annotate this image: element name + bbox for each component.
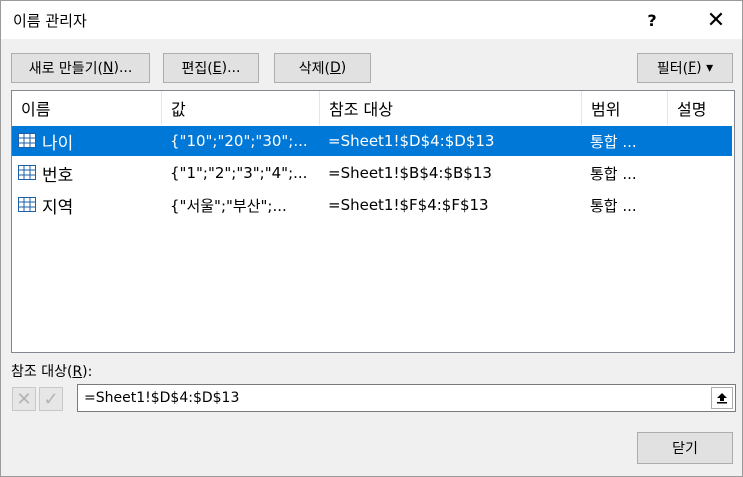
row-scope: 통합 ... [590, 164, 637, 183]
column-header-refers-to[interactable]: 참조 대상 [320, 91, 582, 125]
row-refers-to: =Sheet1!$F$4:$F$13 [328, 196, 489, 214]
table-row[interactable]: 지역 {"서울";"부산";... =Sheet1!$F$4:$F$13 통합 … [12, 190, 732, 220]
edit-button-label: 편집( [181, 61, 213, 77]
name-manager-dialog: 이름 관리자 ? ✕ 새로 만들기(N)... 편집(E)... 삭제(D) 필… [0, 0, 743, 477]
column-header-scope[interactable]: 범위 [582, 91, 668, 125]
filter-button-suffix: ) ▾ [696, 60, 714, 76]
new-button[interactable]: 새로 만들기(N)... [11, 53, 150, 83]
delete-button-suffix: ) [340, 60, 347, 76]
help-button[interactable]: ? [629, 1, 675, 39]
row-value: {"1";"2";"3";"4";... [170, 164, 308, 182]
upload-arrow-icon [717, 393, 727, 404]
row-refers-to: =Sheet1!$D$4:$D$13 [328, 132, 495, 150]
close-icon[interactable]: ✕ [693, 1, 739, 39]
row-scope: 통합 ... [590, 132, 637, 151]
new-button-label: 새로 만들기( [28, 61, 103, 77]
row-name: 지역 [42, 197, 74, 218]
edit-button-suffix: )... [221, 60, 241, 76]
new-button-suffix: )... [113, 60, 133, 76]
row-scope: 통합 ... [590, 196, 637, 215]
filter-button[interactable]: 필터(F) ▾ [637, 53, 733, 83]
row-value: {"10";"20";"30";... [170, 132, 308, 150]
table-row[interactable]: 나이 {"10";"20";"30";... =Sheet1!$D$4:$D$1… [12, 126, 732, 156]
refers-to-input[interactable]: =Sheet1!$D$4:$D$13 [77, 384, 736, 412]
dialog-title: 이름 관리자 [13, 12, 87, 30]
filter-button-label: 필터( [656, 61, 689, 77]
confirm-edit-icon[interactable]: ✓ [39, 387, 63, 411]
refers-to-label: 참조 대상(R): [11, 361, 92, 381]
filter-button-key: F [688, 60, 697, 76]
column-header-comment[interactable]: 설명 [668, 91, 734, 125]
delete-button[interactable]: 삭제(D) [274, 53, 371, 83]
names-list[interactable]: 이름 값 참조 대상 범위 설명 나이 {"10";"20";"30";... … [11, 90, 735, 353]
row-name: 번호 [42, 165, 74, 186]
cancel-edit-icon[interactable]: ✕ [12, 387, 36, 411]
refers-to-label-text: 참조 대상( [11, 364, 73, 380]
column-header-name[interactable]: 이름 [12, 91, 162, 125]
new-button-key: N [103, 60, 114, 76]
edit-button[interactable]: 편집(E)... [163, 53, 259, 83]
row-name: 나이 [42, 133, 74, 154]
edit-button-key: E [212, 60, 222, 76]
refers-to-label-suffix: ): [82, 364, 93, 380]
delete-button-key: D [329, 60, 341, 76]
grid-icon [18, 197, 36, 212]
refers-to-value: =Sheet1!$D$4:$D$13 [84, 390, 240, 406]
collapse-dialog-icon[interactable] [711, 387, 733, 409]
table-row[interactable]: 번호 {"1";"2";"3";"4";... =Sheet1!$B$4:$B$… [12, 158, 732, 188]
grid-icon [18, 133, 36, 148]
row-refers-to: =Sheet1!$B$4:$B$13 [328, 164, 492, 182]
delete-button-label: 삭제( [298, 61, 330, 77]
close-button[interactable]: 닫기 [637, 432, 733, 464]
row-value: {"서울";"부산";... [170, 196, 287, 215]
column-header-value[interactable]: 값 [162, 91, 320, 125]
title-bar: 이름 관리자 ? ✕ [1, 1, 742, 39]
refers-to-label-key: R [72, 364, 83, 380]
grid-icon [18, 165, 36, 180]
